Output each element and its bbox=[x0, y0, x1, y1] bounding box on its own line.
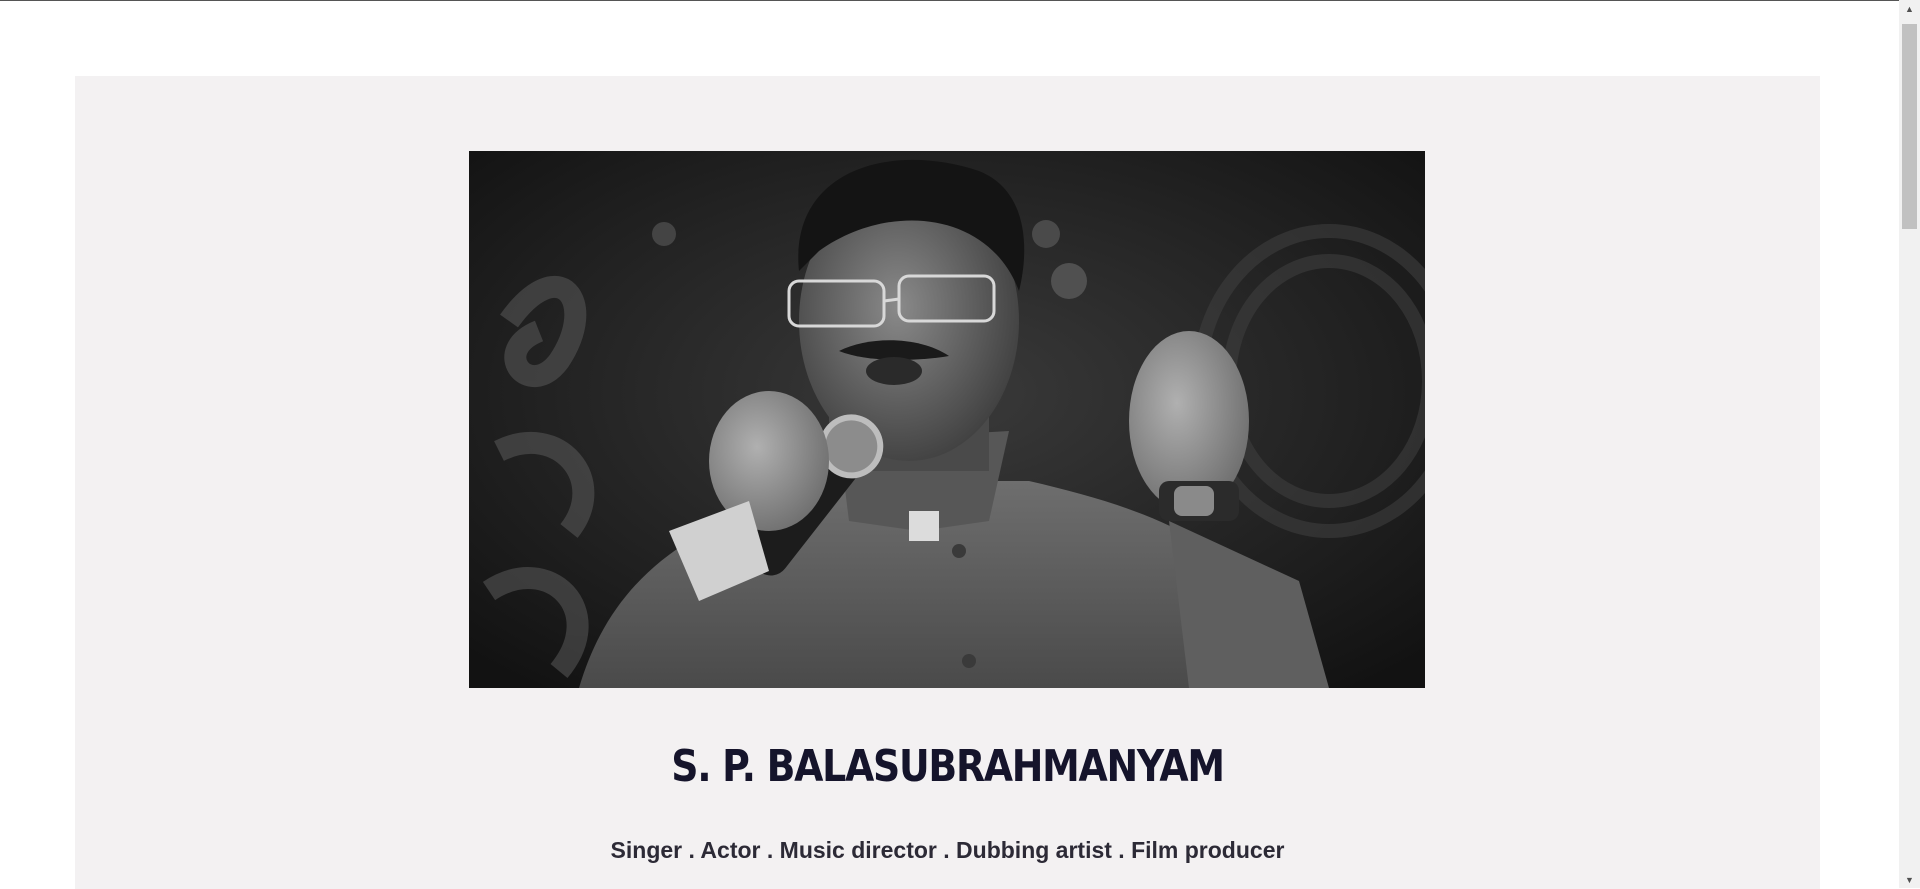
scroll-down-icon[interactable]: ▼ bbox=[1899, 871, 1920, 888]
scroll-up-icon[interactable]: ▲ bbox=[1899, 0, 1920, 17]
scrollbar-thumb[interactable] bbox=[1902, 24, 1917, 229]
vertical-scrollbar[interactable]: ▲ ▼ bbox=[1899, 0, 1920, 888]
page: S. P. BALASUBRAHMANYAM Singer . Actor . … bbox=[0, 1, 1899, 889]
singer-portrait-image bbox=[469, 151, 1425, 688]
profile-card: S. P. BALASUBRAHMANYAM Singer . Actor . … bbox=[75, 76, 1820, 889]
artist-roles-text: Singer . Actor . Music director . Dubbin… bbox=[610, 837, 1285, 863]
artist-name-heading: S. P. BALASUBRAHMANYAM bbox=[671, 741, 1225, 792]
